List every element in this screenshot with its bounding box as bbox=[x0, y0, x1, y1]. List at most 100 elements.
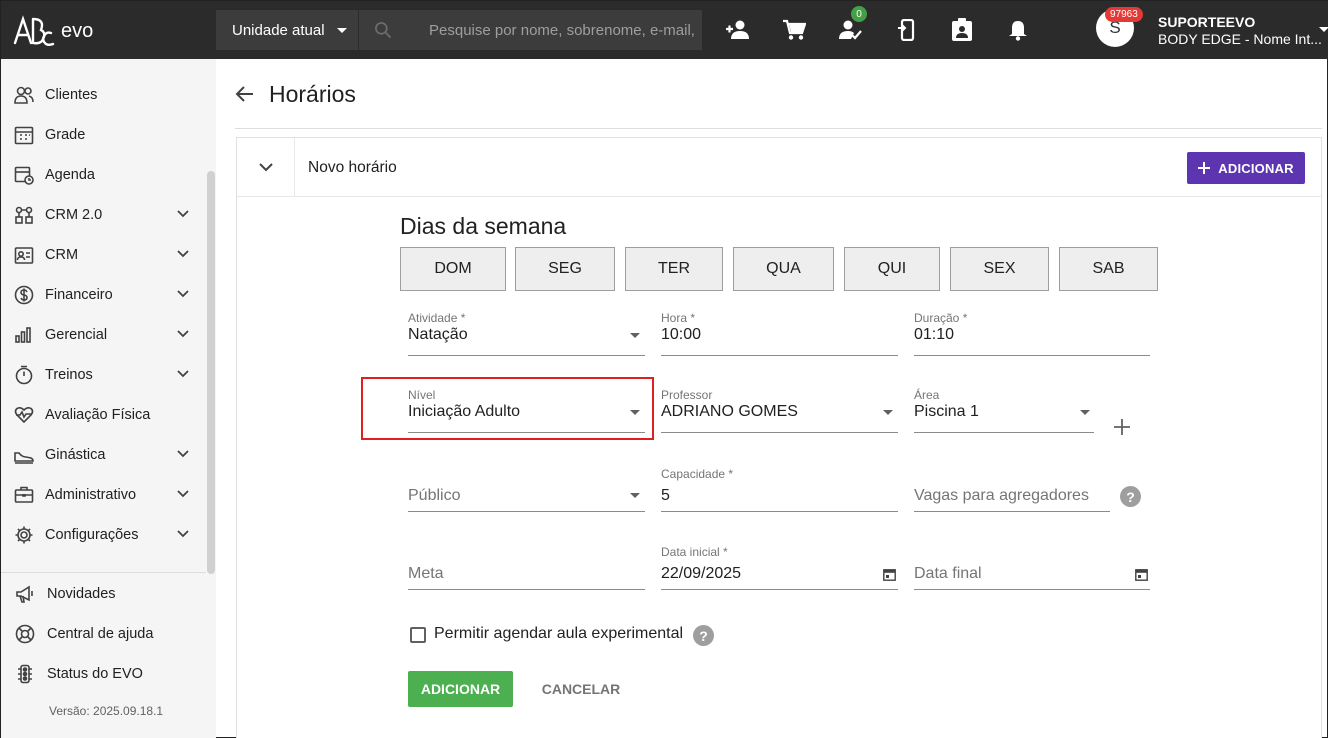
dropdown-arrow-icon bbox=[1080, 410, 1090, 415]
sidebar-item-financeiro[interactable]: Financeiro bbox=[1, 275, 206, 315]
cancel-button[interactable]: CANCELAR bbox=[531, 671, 631, 707]
unit-select-label: Unidade atual bbox=[232, 21, 325, 39]
sidebar-item-configuracoes[interactable]: Configurações bbox=[1, 515, 206, 555]
meta-field[interactable]: Meta bbox=[408, 545, 645, 591]
submit-button[interactable]: ADICIONAR bbox=[408, 671, 513, 707]
day-button-seg[interactable]: SEG bbox=[515, 247, 615, 291]
chevron-down-icon bbox=[177, 250, 189, 258]
sidebar-item-agenda[interactable]: Agenda bbox=[1, 155, 206, 195]
phone-sync-icon[interactable] bbox=[893, 17, 919, 43]
day-button-ter[interactable]: TER bbox=[625, 247, 723, 291]
sidebar-item-novidades[interactable]: Novidades bbox=[1, 574, 206, 614]
atividade-label: Atividade * bbox=[408, 311, 466, 325]
atividade-select[interactable]: Atividade * Natação bbox=[408, 311, 645, 357]
logo-text: evo bbox=[61, 19, 94, 42]
panel-header: Novo horário ADICIONAR bbox=[237, 138, 1321, 197]
sidebar-item-crm2[interactable]: CRM 2.0 bbox=[1, 195, 206, 235]
traffic-light-icon bbox=[1, 664, 47, 684]
field-underline bbox=[661, 432, 898, 433]
search-icon[interactable] bbox=[359, 20, 407, 40]
tasks-person-icon[interactable]: 0 bbox=[837, 6, 867, 43]
evo-logo[interactable]: evo bbox=[11, 11, 101, 51]
sidebar-item-label: Administrativo bbox=[45, 487, 137, 503]
day-button-dom[interactable]: DOM bbox=[400, 247, 506, 291]
dropdown-arrow-icon bbox=[630, 493, 640, 498]
sidebar-item-gerencial[interactable]: Gerencial bbox=[1, 315, 206, 355]
area-select[interactable]: Área Piscina 1 bbox=[914, 388, 1094, 434]
clients-icon bbox=[1, 85, 45, 105]
hora-label: Hora * bbox=[661, 311, 696, 325]
vagas-agregadores-field[interactable]: Vagas para agregadores bbox=[914, 467, 1110, 513]
chevron-down-icon bbox=[177, 370, 189, 378]
sidebar-item-avaliacao[interactable]: Avaliação Física bbox=[1, 395, 206, 435]
megaphone-icon bbox=[1, 584, 47, 604]
user-menu-caret-icon[interactable] bbox=[1319, 27, 1328, 32]
experimental-checkbox[interactable] bbox=[410, 627, 426, 643]
sidebar-item-label: Clientes bbox=[45, 87, 98, 103]
add-person-icon[interactable] bbox=[725, 17, 751, 43]
publico-select[interactable]: Público bbox=[408, 467, 645, 513]
bar-chart-icon bbox=[1, 325, 45, 345]
capacidade-label: Capacidade * bbox=[661, 467, 734, 481]
capacidade-field[interactable]: Capacidade * 5 bbox=[661, 467, 898, 513]
data-inicial-field[interactable]: Data inicial * 22/09/2025 bbox=[661, 545, 898, 591]
data-final-field[interactable]: Data final bbox=[914, 545, 1150, 591]
calendar-icon[interactable] bbox=[883, 568, 896, 581]
stopwatch-icon bbox=[1, 365, 45, 385]
help-icon[interactable]: ? bbox=[1120, 486, 1141, 507]
top-bar: evo Unidade atual 0 S 97963 SUPORTEEVO B… bbox=[1, 1, 1328, 59]
sidebar-item-label: Status do EVO bbox=[47, 666, 143, 682]
sidebar-item-crm[interactable]: CRM bbox=[1, 235, 206, 275]
add-schedule-button[interactable]: ADICIONAR bbox=[1187, 152, 1305, 184]
atividade-value: Natação bbox=[408, 326, 468, 343]
sidebar-item-central-ajuda[interactable]: Central de ajuda bbox=[1, 614, 206, 654]
sidebar-item-administrativo[interactable]: Administrativo bbox=[1, 475, 206, 515]
field-underline bbox=[914, 355, 1150, 356]
cart-icon[interactable] bbox=[781, 17, 807, 43]
sidebar-item-label: CRM bbox=[45, 247, 79, 263]
sidebar-item-label: CRM 2.0 bbox=[45, 207, 103, 223]
duracao-field[interactable]: Duração * 01:10 bbox=[914, 311, 1150, 357]
day-button-qua[interactable]: QUA bbox=[733, 247, 834, 291]
experimental-label[interactable]: Permitir agendar aula experimental bbox=[434, 625, 683, 643]
search-input[interactable] bbox=[429, 21, 699, 39]
field-underline bbox=[914, 432, 1094, 433]
tasks-badge: 0 bbox=[851, 6, 867, 22]
sneaker-icon bbox=[1, 445, 45, 465]
back-arrow-icon[interactable] bbox=[235, 84, 255, 104]
sidebar-item-label: Avaliação Física bbox=[45, 407, 151, 423]
area-value: Piscina 1 bbox=[914, 403, 979, 420]
sidebar-item-label: Central de ajuda bbox=[47, 626, 154, 642]
vagas-placeholder: Vagas para agregadores bbox=[914, 487, 1089, 504]
unit-select[interactable]: Unidade atual bbox=[216, 10, 358, 50]
help-icon[interactable]: ? bbox=[693, 625, 714, 646]
bell-icon[interactable] bbox=[1005, 17, 1031, 43]
hora-field[interactable]: Hora * 10:00 bbox=[661, 311, 898, 357]
contact-clipboard-icon[interactable] bbox=[949, 17, 975, 43]
sidebar-scrollbar[interactable] bbox=[207, 171, 215, 574]
day-button-sab[interactable]: SAB bbox=[1059, 247, 1158, 291]
search-bar bbox=[359, 10, 702, 50]
sidebar-item-grade[interactable]: Grade bbox=[1, 115, 206, 155]
field-underline bbox=[408, 511, 645, 512]
field-underline bbox=[408, 589, 645, 590]
sidebar-item-label: Ginástica bbox=[45, 447, 106, 463]
sidebar-item-ginastica[interactable]: Ginástica bbox=[1, 435, 206, 475]
day-button-qui[interactable]: QUI bbox=[844, 247, 940, 291]
days-title: Dias da semana bbox=[400, 213, 567, 239]
add-area-plus-icon[interactable] bbox=[1113, 418, 1131, 436]
sidebar-item-status[interactable]: Status do EVO bbox=[1, 654, 206, 694]
data-final-placeholder: Data final bbox=[914, 565, 982, 582]
crm-flow-icon bbox=[1, 205, 45, 225]
sidebar-item-treinos[interactable]: Treinos bbox=[1, 355, 206, 395]
sidebar-item-label: Agenda bbox=[45, 167, 95, 183]
user-menu[interactable]: SUPORTEEVO BODY EDGE - Nome Int... bbox=[1158, 14, 1322, 47]
sidebar-item-clientes[interactable]: Clientes bbox=[1, 75, 206, 115]
page-title: Horários bbox=[269, 80, 356, 107]
day-button-sex[interactable]: SEX bbox=[950, 247, 1049, 291]
capacidade-value: 5 bbox=[661, 487, 670, 504]
collapse-toggle[interactable] bbox=[237, 138, 295, 197]
professor-select[interactable]: Professor ADRIANO GOMES bbox=[661, 388, 898, 434]
calendar-icon[interactable] bbox=[1135, 568, 1148, 581]
field-underline bbox=[408, 355, 645, 356]
